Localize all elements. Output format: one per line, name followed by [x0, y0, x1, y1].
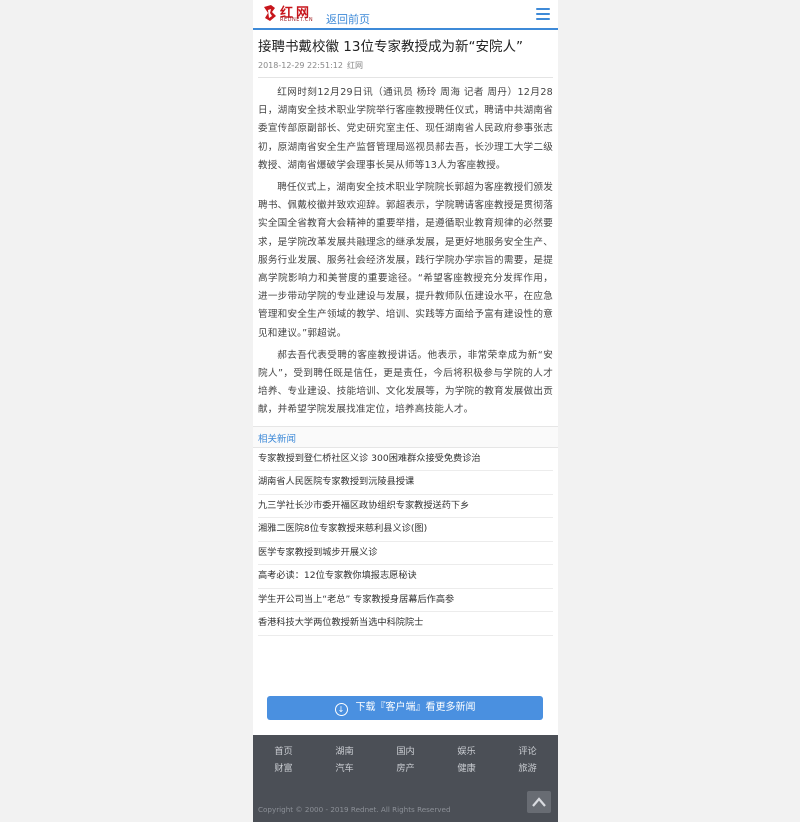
footer-nav-comment[interactable]: 评论 — [497, 743, 558, 760]
article-date: 2018-12-29 22:51:12 — [258, 61, 343, 70]
article-paragraph: 红网时刻12月29日讯（通讯员 杨玲 周海 记者 周丹）12月28日，湖南安全技… — [258, 87, 553, 171]
related-news: 相关新闻 专家教授到登仁桥社区义诊 300困难群众接受免费诊治 湖南省人民医院专… — [253, 425, 558, 636]
download-button-label: 下载『客户端』看更多新闻 — [355, 702, 476, 713]
related-news-item[interactable]: 高考必读：12位专家教你填报志愿秘诀 — [258, 565, 553, 589]
related-news-item[interactable]: 专家教授到登仁桥社区义诊 300困难群众接受免费诊治 — [258, 448, 553, 472]
back-to-top-button[interactable] — [527, 791, 551, 813]
footer: 首页 湖南 国内 娱乐 评论 财富 汽车 房产 健康 旅游 Copyright … — [253, 735, 558, 822]
footer-nav-health[interactable]: 健康 — [436, 760, 497, 777]
divider — [258, 77, 553, 78]
related-news-title: 相关新闻 — [258, 433, 297, 445]
related-news-item[interactable]: 学生开公司当上“老总” 专家教授身居幕后作高参 — [258, 589, 553, 613]
copyright-text: Copyright © 2000 - 2019 Rednet. All Righ… — [258, 805, 451, 814]
download-icon: ↓ — [334, 703, 348, 716]
article-source: 红网 — [346, 61, 363, 70]
article-paragraph: 郝去吾代表受聘的客座教授讲话。他表示，非常荣幸成为新“安院人”，受到聘任既是信任… — [258, 349, 553, 416]
related-news-item[interactable]: 香港科技大学两位教授新当选中科院院士 — [258, 612, 553, 636]
menu-icon[interactable] — [536, 8, 550, 20]
footer-nav-hunan[interactable]: 湖南 — [314, 743, 375, 760]
article: 接聘书戴校徽 13位专家教授成为新“安院人” 2018-12-29 22:51:… — [253, 38, 558, 420]
footer-nav-auto[interactable]: 汽车 — [314, 760, 375, 777]
footer-nav-domestic[interactable]: 国内 — [375, 743, 436, 760]
related-news-item[interactable]: 九三学社长沙市委开福区政协组织专家教授送药下乡 — [258, 495, 553, 519]
related-news-heading: 相关新闻 — [253, 425, 558, 448]
footer-nav: 首页 湖南 国内 娱乐 评论 财富 汽车 房产 健康 旅游 — [253, 735, 558, 777]
article-paragraph: 聘任仪式上，湖南安全技术职业学院院长郭超为客座教授们颁发聘书、佩戴校徽并致欢迎辞… — [258, 182, 553, 339]
footer-nav-home[interactable]: 首页 — [253, 743, 314, 760]
footer-nav-finance[interactable]: 财富 — [253, 760, 314, 777]
rednet-logo[interactable]: 红网 REDNET.CN — [262, 4, 314, 24]
article-body: 红网时刻12月29日讯（通讯员 杨玲 周海 记者 周丹）12月28日，湖南安全技… — [258, 84, 553, 420]
top-bar: 红网 REDNET.CN 返回前页 — [253, 0, 558, 30]
logo-subtext: REDNET.CN — [280, 17, 314, 23]
back-link[interactable]: 返回前页 — [326, 11, 370, 27]
logo-mark-icon — [264, 5, 276, 21]
related-news-item[interactable]: 湖南省人民医院专家教授到沅陵县授课 — [258, 471, 553, 495]
mobile-page: 红网 REDNET.CN 返回前页 接聘书戴校徽 13位专家教授成为新“安院人”… — [253, 0, 558, 822]
footer-nav-realestate[interactable]: 房产 — [375, 760, 436, 777]
footer-nav-entertainment[interactable]: 娱乐 — [436, 743, 497, 760]
arrow-up-icon — [532, 797, 546, 807]
related-news-list: 专家教授到登仁桥社区义诊 300困难群众接受免费诊治 湖南省人民医院专家教授到沅… — [253, 448, 558, 636]
related-news-item[interactable]: 医学专家教授到城步开展义诊 — [258, 542, 553, 566]
article-meta: 2018-12-29 22:51:12 红网 — [258, 60, 553, 72]
related-news-item[interactable]: 湘雅二医院8位专家教授来慈利县义诊(图) — [258, 518, 553, 542]
footer-nav-travel[interactable]: 旅游 — [497, 760, 558, 777]
article-title: 接聘书戴校徽 13位专家教授成为新“安院人” — [258, 39, 523, 55]
download-app-button[interactable]: ↓ 下载『客户端』看更多新闻 — [267, 696, 543, 720]
